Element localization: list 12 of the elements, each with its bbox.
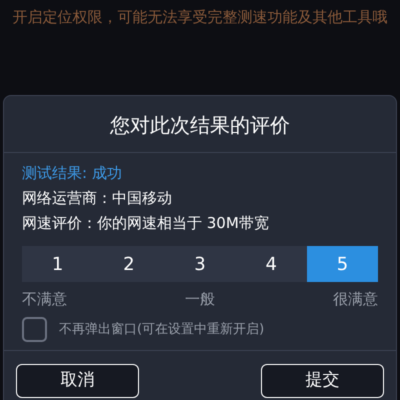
permission-notice: 开启定位权限，可能无法享受完整测速功能及其他工具哦 [12, 7, 388, 27]
scale-label: 很满意 [333, 289, 378, 310]
test-result: 测试结果: 成功 [22, 163, 123, 184]
info-line: 网络运营商：中国移动 [22, 188, 173, 209]
dialog-title: 您对此次结果的评价 [109, 112, 291, 139]
checkbox-label: 不再弹出窗口(可在设置中重新开启) [59, 320, 264, 339]
checkbox[interactable] [22, 317, 47, 342]
cancel-button[interactable]: 取消 [16, 364, 139, 398]
submit-button[interactable]: 提交 [261, 364, 384, 398]
scale-label: 不满意 [22, 289, 67, 310]
info-line: 网速评价：你的网速相当于 30M带宽 [22, 213, 270, 234]
scale-label: 一般 [185, 289, 215, 310]
